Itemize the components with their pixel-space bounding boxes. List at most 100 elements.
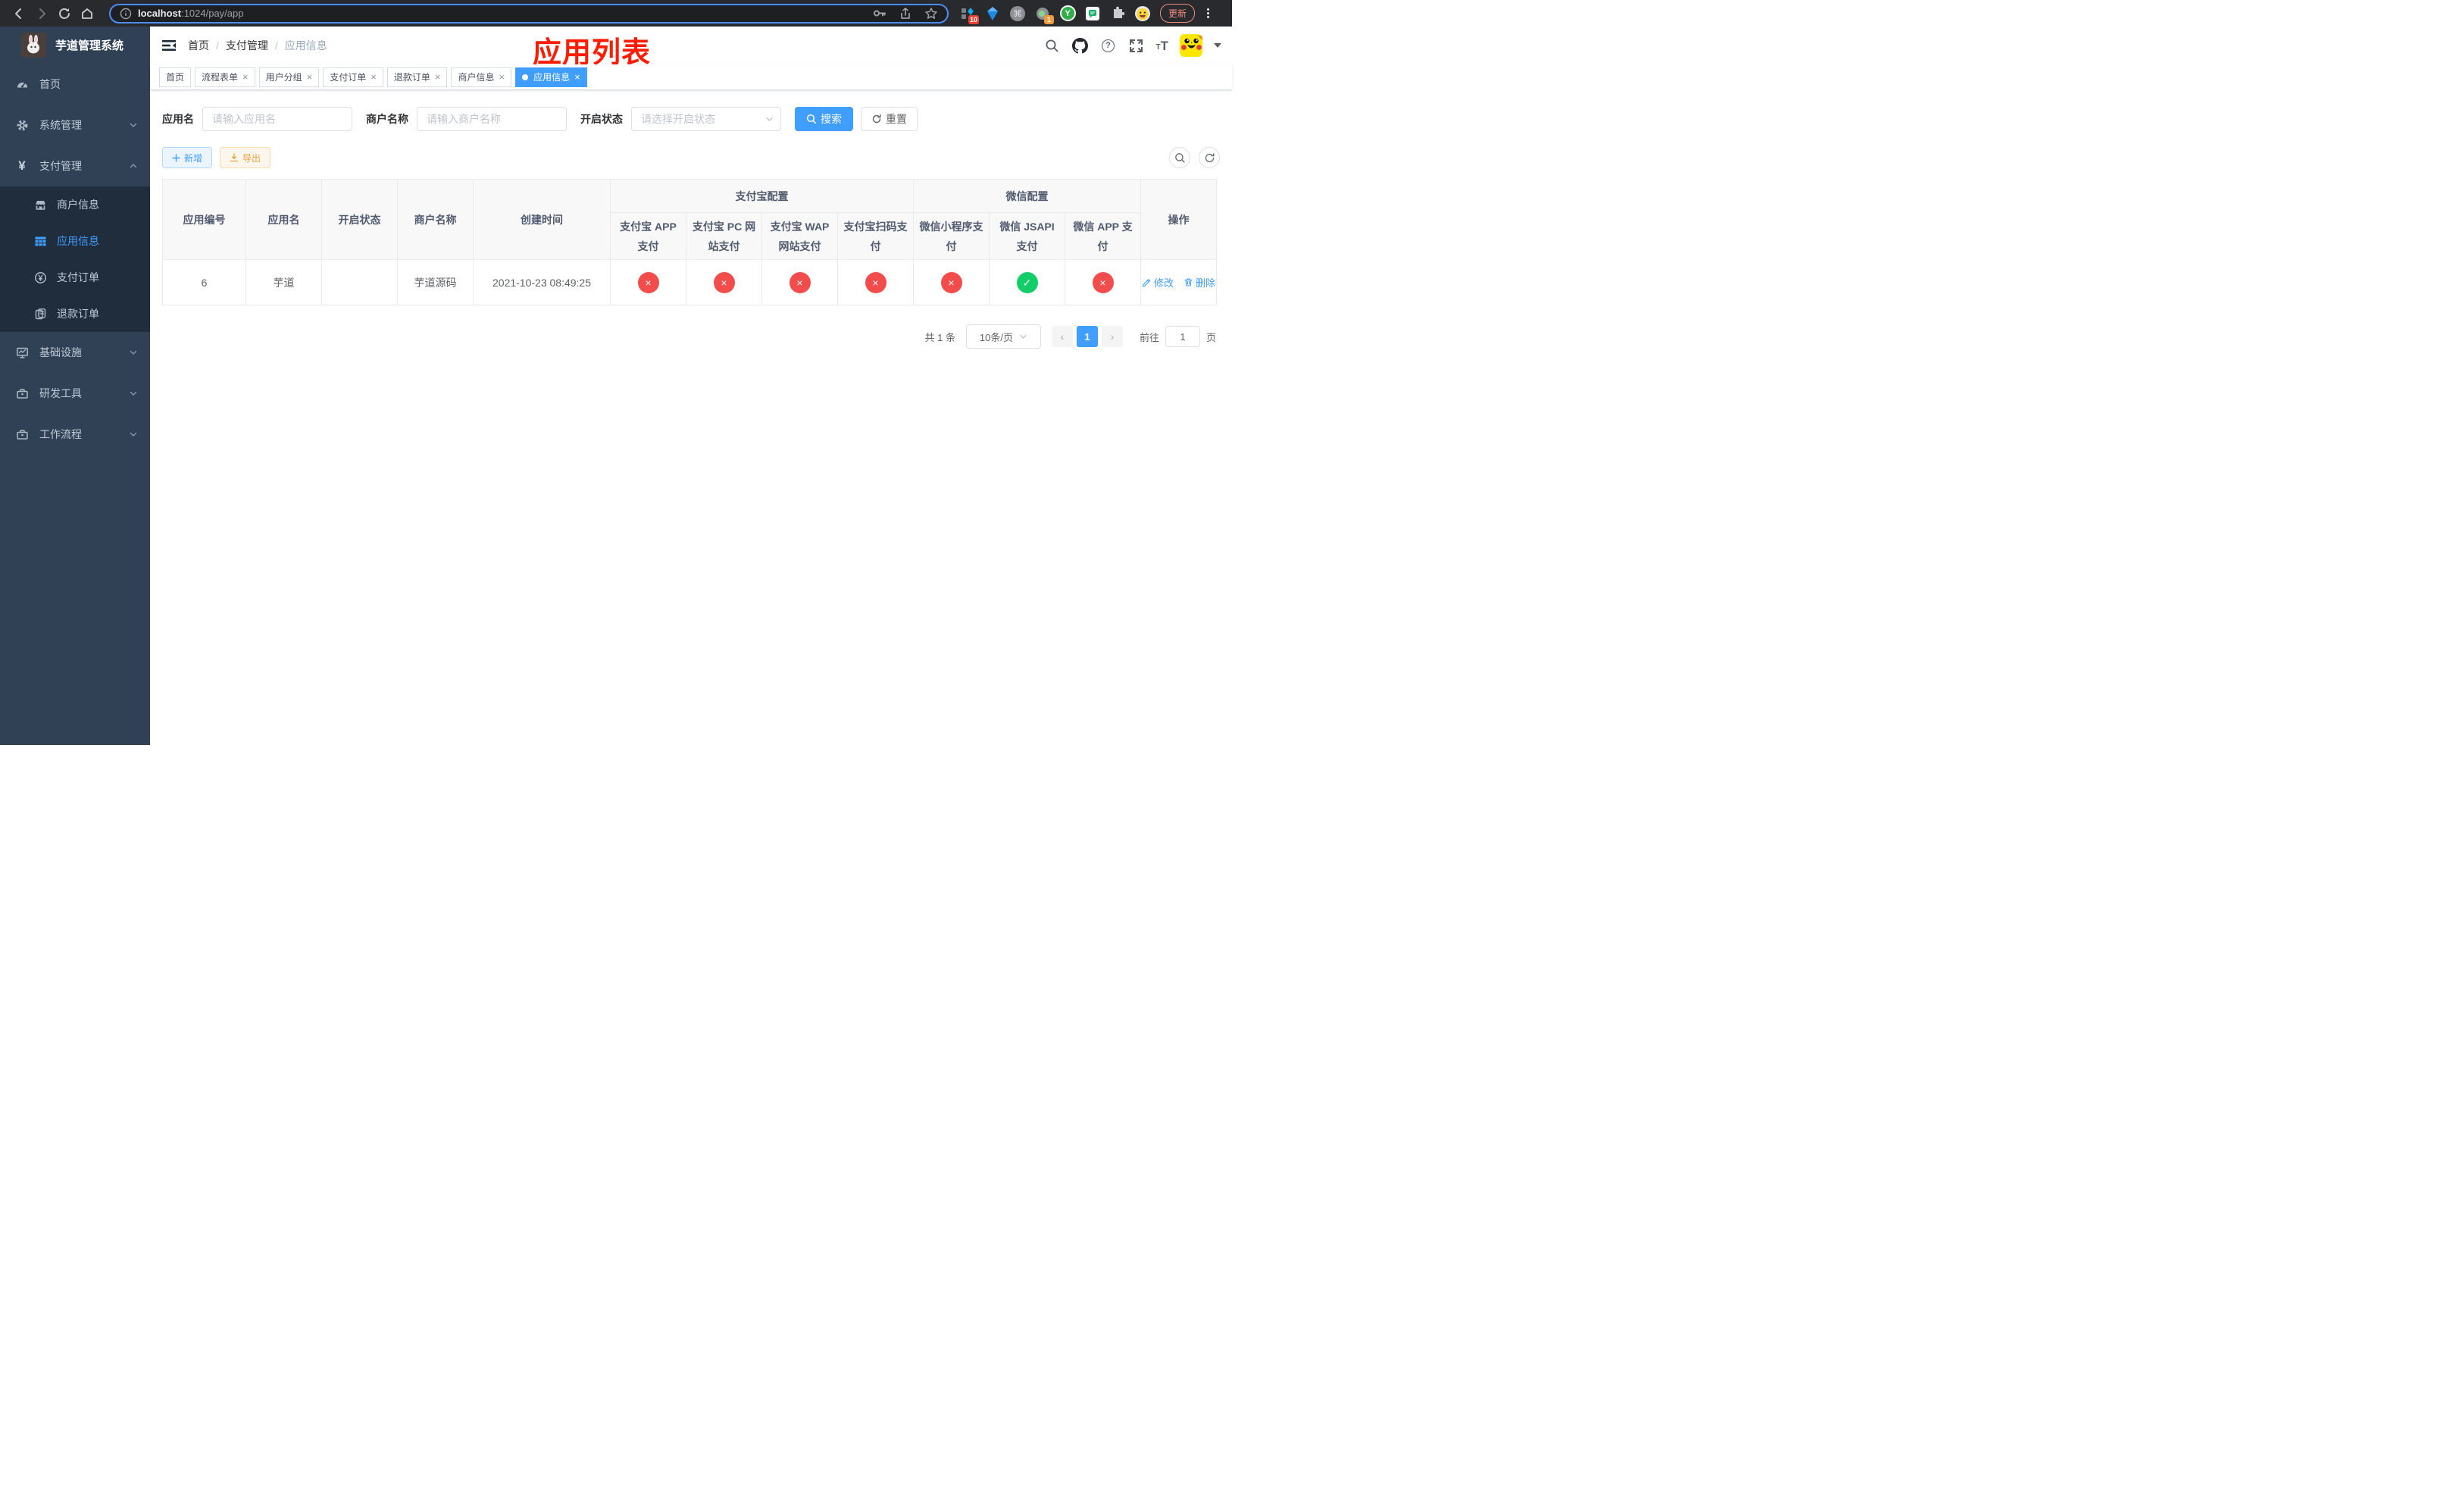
goto-page-input[interactable]	[1165, 326, 1200, 347]
col-alipay-qr: 支付宝扫码支付	[837, 212, 914, 260]
col-alipay-wap: 支付宝 WAP 网站支付	[761, 212, 838, 260]
logo[interactable]: 芋道管理系统	[0, 27, 150, 64]
password-key-icon[interactable]	[872, 6, 886, 20]
tab-merchant-info[interactable]: 商户信息 ×	[451, 67, 512, 87]
breadcrumb-home[interactable]: 首页	[188, 38, 209, 53]
close-icon[interactable]: ×	[499, 72, 505, 82]
extension-badge: 10	[968, 14, 979, 24]
next-page-button[interactable]: ›	[1101, 326, 1123, 347]
bookmark-star-icon[interactable]	[924, 7, 938, 20]
prev-page-button[interactable]: ‹	[1051, 326, 1073, 347]
fullscreen-icon[interactable]	[1128, 37, 1145, 54]
sidebar-item-payment[interactable]: ¥ 支付管理	[0, 146, 150, 186]
download-icon	[230, 153, 239, 162]
refresh-icon	[872, 114, 881, 124]
address-bar[interactable]: localhost:1024/pay/app	[109, 3, 949, 23]
toolbox-icon	[15, 387, 29, 400]
grid-icon	[33, 234, 47, 248]
sidebar-item-refund-orders[interactable]: 退款订单	[0, 296, 150, 332]
url-text: localhost:1024/pay/app	[138, 8, 244, 19]
extension-emoji-avatar[interactable]	[1134, 5, 1151, 22]
col-alipay-app: 支付宝 APP 支付	[610, 212, 686, 260]
avatar-caret-icon[interactable]	[1214, 43, 1221, 48]
close-icon[interactable]: ×	[371, 72, 377, 82]
monitor-icon	[15, 346, 29, 359]
page-1-button[interactable]: 1	[1076, 326, 1098, 347]
col-wechat-mini: 微信小程序支付	[913, 212, 990, 260]
search-button[interactable]: 搜索	[795, 107, 853, 131]
yuan-circle-icon	[33, 271, 47, 284]
breadcrumb-payment[interactable]: 支付管理	[226, 38, 268, 53]
close-icon[interactable]: ×	[307, 72, 313, 82]
merchant-name-label: 商户名称	[366, 113, 408, 125]
font-size-icon[interactable]: TT	[1156, 39, 1169, 52]
back-button[interactable]	[8, 2, 30, 25]
share-icon[interactable]	[899, 7, 912, 20]
cell-created: 2021-10-23 08:49:25	[473, 259, 611, 305]
reload-button[interactable]	[53, 2, 76, 25]
sidebar-item-dev-tools[interactable]: 研发工具	[0, 373, 150, 414]
add-button[interactable]: 新增	[162, 147, 213, 168]
sidebar-item-home[interactable]: 首页	[0, 64, 150, 105]
extensions-puzzle-icon[interactable]	[1109, 5, 1126, 22]
edit-link[interactable]: 修改	[1142, 275, 1174, 290]
search-icon[interactable]	[1044, 37, 1061, 54]
close-icon[interactable]: ×	[435, 72, 441, 82]
chevron-down-icon	[765, 115, 774, 124]
extension-chat-icon[interactable]	[1084, 5, 1101, 22]
extension-blocks-icon[interactable]: 10	[959, 5, 979, 24]
app-name-input[interactable]	[202, 107, 352, 131]
chevron-down-icon	[129, 121, 138, 130]
refresh-button[interactable]	[1199, 147, 1220, 168]
col-merchant: 商户名称	[397, 179, 474, 260]
status-select[interactable]	[631, 107, 781, 131]
sidebar-item-merchant-info[interactable]: 商户信息	[0, 186, 150, 223]
github-icon[interactable]	[1072, 37, 1089, 54]
forward-button[interactable]	[30, 2, 53, 25]
help-icon[interactable]: ?	[1100, 37, 1117, 54]
extension-y-icon[interactable]: Y	[1059, 5, 1076, 22]
export-button[interactable]: 导出	[220, 147, 271, 168]
chevron-down-icon	[1020, 334, 1027, 339]
home-button[interactable]	[76, 2, 98, 25]
browser-menu-icon[interactable]	[1202, 7, 1213, 20]
fail-icon: ×	[865, 271, 886, 293]
tab-user-group[interactable]: 用户分组 ×	[258, 67, 320, 87]
cell-app-id: 6	[162, 259, 246, 305]
user-avatar[interactable]	[1180, 34, 1202, 57]
sidebar-item-payment-orders[interactable]: 支付订单	[0, 259, 150, 296]
tab-payment-orders[interactable]: 支付订单 ×	[323, 67, 383, 87]
col-app-id: 应用编号	[162, 179, 246, 260]
reset-button[interactable]: 重置	[861, 107, 918, 131]
extension-gem-icon[interactable]	[984, 5, 1001, 22]
total-count: 共 1 条	[924, 331, 955, 343]
chevron-down-icon	[129, 348, 138, 357]
extension-command-icon[interactable]: ⌘	[1009, 5, 1026, 22]
table-toolbar: 新增 导出	[162, 147, 1220, 168]
sidebar-item-workflow[interactable]: 工作流程	[0, 414, 150, 455]
close-icon[interactable]: ×	[242, 72, 249, 82]
sidebar-item-infrastructure[interactable]: 基础设施	[0, 332, 150, 373]
col-alipay-pc: 支付宝 PC 网站支付	[686, 212, 762, 260]
show-search-button[interactable]	[1169, 147, 1190, 168]
sidebar-collapse-icon[interactable]	[161, 37, 177, 54]
col-actions: 操作	[1140, 179, 1217, 260]
tab-home[interactable]: 首页	[159, 67, 192, 87]
tab-app-info[interactable]: 应用信息 ×	[515, 67, 587, 87]
browser-update-button[interactable]: 更新	[1160, 4, 1196, 23]
chevron-down-icon	[129, 389, 138, 398]
close-icon[interactable]: ×	[574, 72, 580, 82]
page-size-select[interactable]: 10条/页	[965, 324, 1041, 349]
site-info-icon[interactable]	[120, 8, 132, 20]
app-title: 芋道管理系统	[55, 39, 124, 52]
chevron-up-icon	[129, 161, 138, 171]
tab-refund-orders[interactable]: 退款订单 ×	[386, 67, 448, 87]
sidebar-item-system[interactable]: 系统管理	[0, 105, 150, 146]
tab-process-form[interactable]: 流程表单 ×	[195, 67, 255, 87]
col-group-wechat: 微信配置	[913, 179, 1141, 213]
merchant-name-input[interactable]	[417, 107, 567, 131]
sidebar-item-app-info[interactable]: 应用信息	[0, 223, 150, 259]
col-wechat-app: 微信 APP 支付	[1065, 212, 1141, 260]
extension-status-dot-icon[interactable]: 1	[1034, 5, 1054, 24]
delete-link[interactable]: 删除	[1184, 275, 1215, 290]
